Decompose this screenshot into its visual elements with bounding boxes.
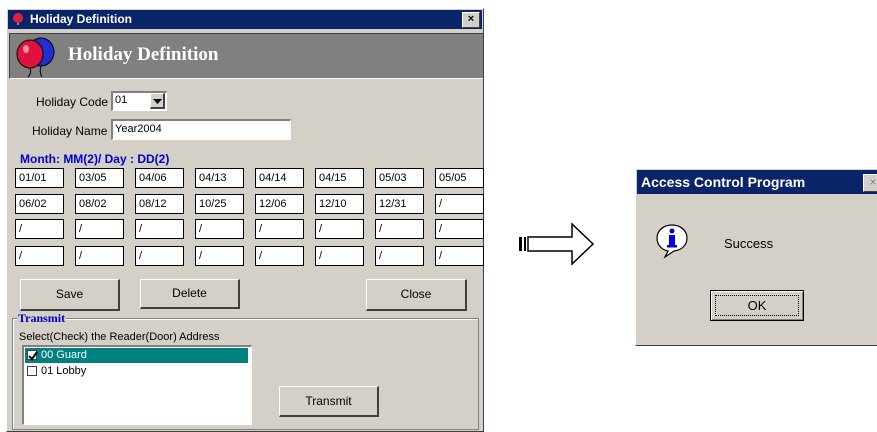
date-field[interactable]: / <box>75 246 124 266</box>
date-field[interactable]: / <box>435 219 484 239</box>
date-field[interactable]: 01/01 <box>15 168 64 188</box>
list-item[interactable]: 01 Lobby <box>25 364 248 379</box>
info-icon <box>656 224 688 259</box>
title-bar[interactable]: Holiday Definition × <box>8 10 482 29</box>
holiday-definition-window: Holiday Definition × Holiday Definition … <box>6 8 484 432</box>
date-field[interactable]: / <box>255 219 304 239</box>
date-field[interactable]: / <box>315 219 364 239</box>
date-field[interactable]: / <box>15 219 64 239</box>
holiday-code-label: Holiday Code <box>36 95 109 109</box>
reader-list[interactable]: 00 Guard 01 Lobby <box>22 345 252 425</box>
date-field[interactable]: / <box>195 246 244 266</box>
date-field[interactable]: 08/02 <box>75 194 124 214</box>
dropdown-arrow-icon[interactable] <box>150 93 165 109</box>
date-field[interactable]: 06/02 <box>15 194 64 214</box>
date-field[interactable]: 05/03 <box>375 168 424 188</box>
delete-button[interactable]: Delete <box>140 279 240 309</box>
reader-instruction: Select(Check) the Reader(Door) Address <box>19 331 220 343</box>
checkbox-checked[interactable] <box>27 350 38 361</box>
ok-button[interactable]: OK <box>710 290 804 321</box>
banner-title: Holiday Definition <box>68 44 219 65</box>
dialog-message: Success <box>724 236 774 251</box>
holiday-name-value: Year2004 <box>115 123 162 135</box>
date-field[interactable]: 08/12 <box>135 194 184 214</box>
holiday-name-input[interactable]: Year2004 <box>111 119 291 140</box>
date-field[interactable]: 03/05 <box>75 168 124 188</box>
reader-label: 01 Lobby <box>41 365 87 377</box>
holiday-code-value: 01 <box>115 94 128 106</box>
balloons-icon <box>16 37 55 78</box>
check-icon <box>28 351 38 361</box>
save-button[interactable]: Save <box>20 279 120 311</box>
transmit-button[interactable]: Transmit <box>279 386 379 417</box>
date-field[interactable]: / <box>435 246 484 266</box>
date-field[interactable]: / <box>315 246 364 266</box>
banner: Holiday Definition <box>9 33 483 79</box>
reader-label: 00 Guard <box>41 349 87 361</box>
date-field[interactable]: / <box>375 219 424 239</box>
date-field[interactable]: 04/13 <box>195 168 244 188</box>
transmit-group-title: Transmit <box>17 311 67 326</box>
holiday-name-label: Holiday Name <box>32 124 108 138</box>
dialog-title-bar[interactable]: Access Control Program × <box>637 170 877 194</box>
date-field[interactable]: 04/15 <box>315 168 364 188</box>
date-field[interactable]: 12/06 <box>255 194 304 214</box>
date-field[interactable]: / <box>135 219 184 239</box>
ok-label: OK <box>715 295 799 316</box>
window-title: Holiday Definition <box>30 12 132 26</box>
right-arrow-icon <box>519 222 594 266</box>
date-field[interactable]: 12/10 <box>315 194 364 214</box>
date-field[interactable]: 04/14 <box>255 168 304 188</box>
success-dialog: Access Control Program × Success OK <box>635 168 877 346</box>
close-icon[interactable]: × <box>462 12 480 28</box>
holiday-code-select[interactable]: 01 <box>111 91 167 111</box>
date-field[interactable]: 05/05 <box>435 168 484 188</box>
date-field[interactable]: / <box>15 246 64 266</box>
dialog-title: Access Control Program <box>641 174 806 190</box>
list-item[interactable]: 00 Guard <box>25 348 248 363</box>
date-field[interactable]: / <box>135 246 184 266</box>
date-field[interactable]: / <box>255 246 304 266</box>
date-field[interactable]: / <box>75 219 124 239</box>
date-field[interactable]: / <box>375 246 424 266</box>
date-field[interactable]: 04/06 <box>135 168 184 188</box>
date-field[interactable]: 12/31 <box>375 194 424 214</box>
close-icon[interactable]: × <box>863 174 877 192</box>
date-field[interactable]: / <box>195 219 244 239</box>
close-button[interactable]: Close <box>366 279 467 311</box>
date-format-label: Month: MM(2)/ Day : DD(2) <box>20 152 170 166</box>
balloon-icon <box>13 13 23 25</box>
date-field[interactable]: 10/25 <box>195 194 244 214</box>
checkbox-unchecked[interactable] <box>27 366 37 376</box>
date-field[interactable]: / <box>435 194 484 214</box>
